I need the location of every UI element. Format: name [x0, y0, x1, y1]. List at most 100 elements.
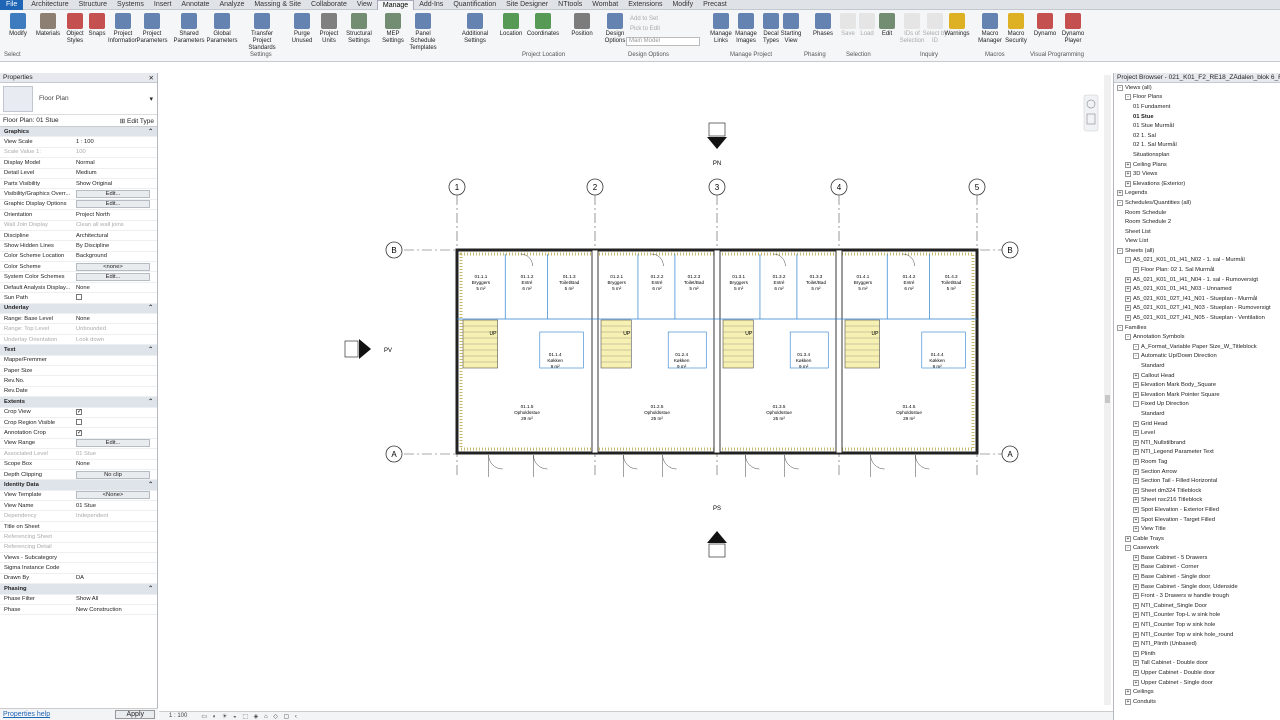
expand-icon[interactable]: +	[1125, 698, 1131, 705]
browser-item[interactable]: - Views (all)	[1117, 83, 1280, 93]
group-phasing[interactable]: Phasing ⌃	[0, 584, 157, 595]
party-wall[interactable]	[591, 249, 599, 454]
elevation-marker[interactable]	[707, 122, 727, 149]
browser-item[interactable]: + Cable Trays	[1117, 534, 1280, 544]
tab-modify[interactable]: Modify	[667, 0, 698, 10]
expand-icon[interactable]: +	[1133, 631, 1139, 638]
collapse-icon[interactable]: ⌃	[148, 129, 153, 135]
prop-value-text[interactable]: By Discipline	[76, 243, 109, 249]
purge-unused-button[interactable]: Purge Unused	[287, 13, 317, 45]
additional-settings-button[interactable]: Additional Settings	[460, 13, 490, 45]
canvas-vertical-scrollbar[interactable]	[1104, 75, 1111, 705]
elevation-marker[interactable]	[707, 531, 727, 558]
prop-value-text[interactable]: Project North	[76, 212, 110, 218]
scroll-thumb[interactable]	[1105, 395, 1110, 403]
prop-value-text[interactable]: None	[76, 316, 90, 322]
browser-item[interactable]: + Conduits	[1117, 697, 1280, 707]
browser-item[interactable]: Standard	[1117, 361, 1280, 371]
prop-edit-button[interactable]: Edit...	[76, 273, 150, 282]
expand-icon[interactable]: +	[1133, 602, 1139, 609]
tab-precast[interactable]: Precast	[698, 0, 732, 10]
prop-value-text[interactable]: None	[76, 461, 90, 467]
expand-icon[interactable]: +	[1133, 516, 1139, 523]
instance-selector[interactable]: Floor Plan: 01 Stue ⊞ Edit Type	[0, 115, 157, 127]
location-button[interactable]: Location	[496, 13, 526, 38]
navigation-bar[interactable]	[1083, 94, 1099, 132]
browser-item[interactable]: Room Schedule	[1117, 208, 1280, 218]
prop-value-text[interactable]: New Construction	[76, 607, 122, 613]
checkbox[interactable]: ✓	[76, 409, 82, 416]
browser-item[interactable]: 01 Fundament	[1117, 102, 1280, 112]
collapse-icon[interactable]: ⌃	[148, 586, 153, 592]
expand-icon[interactable]: +	[1133, 612, 1139, 619]
global-parameters-button[interactable]: Global Parameters	[207, 13, 238, 45]
browser-item[interactable]: + Base Cabinet - Single door	[1117, 572, 1280, 582]
group-underlay[interactable]: Underlay ⌃	[0, 303, 157, 315]
browser-item[interactable]: + Upper Cabinet - Double door	[1117, 668, 1280, 678]
browser-item[interactable]: + NTI_Plinth (Unbased)	[1117, 639, 1280, 649]
browser-item[interactable]: + Front - 3 Drawers w handle trough	[1117, 591, 1280, 601]
tab-analyze[interactable]: Analyze	[214, 0, 249, 10]
expand-icon[interactable]: +	[1133, 497, 1139, 504]
group-text[interactable]: Text ⌃	[0, 345, 157, 356]
browser-item[interactable]: + NTI_Counter Top-L w sink hole	[1117, 611, 1280, 621]
party-wall[interactable]	[713, 249, 721, 454]
browser-item[interactable]: + A5_021_K01_02T_I41_N01 - Stueplan - Mur…	[1117, 294, 1280, 304]
browser-item[interactable]: - Automatic Up/Down Direction	[1117, 352, 1280, 362]
browser-item[interactable]: + NTI_Counter Top w sink hole	[1117, 620, 1280, 630]
browser-item[interactable]: 01 Stue Murmål	[1117, 121, 1280, 131]
tab-quantification[interactable]: Quantification	[448, 0, 501, 10]
prop-edit-button[interactable]: No clip	[76, 470, 150, 479]
browser-item[interactable]: View List	[1117, 237, 1280, 247]
properties-help-link[interactable]: Properties help	[3, 711, 50, 718]
browser-item[interactable]: + Grid Head	[1117, 419, 1280, 429]
dynamo-button[interactable]: Dynamo	[1030, 13, 1060, 38]
browser-item[interactable]: + Base Cabinet - Corner	[1117, 563, 1280, 573]
browser-item[interactable]: + Base Cabinet - 5 Drawers	[1117, 553, 1280, 563]
collapse-icon[interactable]: -	[1133, 401, 1139, 408]
view-control-icons[interactable]: ▭ ◐ ☀ ◒ ⬚ ◈ ⌂ ◇ ▢ ‹	[201, 713, 299, 720]
modify-button[interactable]: Modify	[3, 13, 33, 38]
tab-architecture[interactable]: Architecture	[26, 0, 73, 10]
prop-value-text[interactable]: Medium	[76, 170, 97, 176]
expand-icon[interactable]: +	[1133, 458, 1139, 465]
browser-item[interactable]: + NTI_Nullstilbrand	[1117, 438, 1280, 448]
collapse-icon[interactable]: ⌃	[148, 399, 153, 405]
stair[interactable]: UP	[722, 319, 754, 369]
browser-item[interactable]: +3D Views	[1117, 169, 1280, 179]
expand-icon[interactable]: +	[1133, 564, 1139, 571]
collapse-icon[interactable]: -	[1117, 199, 1123, 206]
expand-icon[interactable]: +	[1125, 180, 1131, 187]
expand-icon[interactable]: +	[1133, 382, 1139, 389]
prop-value-text[interactable]: Background	[76, 253, 107, 259]
browser-item[interactable]: - Fixed Up Direction	[1117, 400, 1280, 410]
browser-item[interactable]: - Sheets (all)	[1117, 246, 1280, 256]
expand-icon[interactable]: +	[1133, 526, 1139, 533]
browser-item[interactable]: - Casework	[1117, 544, 1280, 554]
dynamo-player-button[interactable]: Dynamo Player	[1058, 13, 1088, 45]
browser-item[interactable]: + Spot Elevation - Target Filled	[1117, 515, 1280, 525]
expand-icon[interactable]: +	[1133, 574, 1139, 581]
expand-icon[interactable]: +	[1133, 583, 1139, 590]
structural-settings-button[interactable]: Structural Settings	[344, 13, 374, 45]
browser-item[interactable]: + Ceilings	[1117, 687, 1280, 697]
tab-insert[interactable]: Insert	[149, 0, 177, 10]
browser-item[interactable]: - Annotation Symbols	[1117, 332, 1280, 342]
expand-icon[interactable]: +	[1125, 315, 1131, 322]
prop-value-text[interactable]: Architectural	[76, 233, 108, 239]
transfer-project-standards-button[interactable]: Transfer Project Standards	[247, 13, 277, 52]
browser-item[interactable]: + Room Tag	[1117, 457, 1280, 467]
expand-icon[interactable]: +	[1133, 506, 1139, 513]
apply-button[interactable]: Apply	[115, 710, 155, 719]
collapse-icon[interactable]: ⌃	[148, 482, 153, 488]
stair[interactable]: UP	[844, 319, 880, 369]
expand-icon[interactable]: +	[1133, 267, 1139, 274]
expand-icon[interactable]: +	[1133, 420, 1139, 427]
checkbox[interactable]: ✓	[76, 430, 82, 437]
expand-icon[interactable]: +	[1133, 391, 1139, 398]
prop-edit-button[interactable]: <None>	[76, 491, 150, 500]
expand-icon[interactable]: +	[1133, 622, 1139, 629]
mep-settings-button[interactable]: MEP Settings	[378, 13, 408, 45]
expand-icon[interactable]: +	[1133, 449, 1139, 456]
project-units-button[interactable]: Project Units	[314, 13, 344, 45]
